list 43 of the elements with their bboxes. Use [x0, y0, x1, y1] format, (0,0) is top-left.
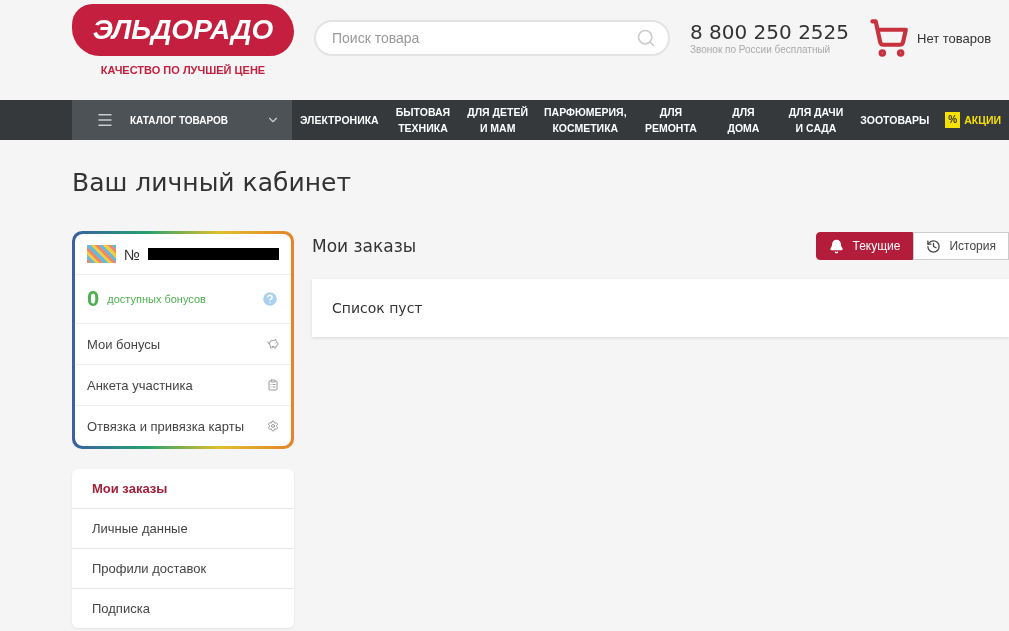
piggy-icon [267, 338, 279, 350]
search-field[interactable]: Поиск товара [314, 20, 670, 56]
phone-note: Звонок по России бесплатный [690, 44, 832, 55]
promo-label: АКЦИИ [964, 113, 1002, 128]
empty-message: Список пуст [332, 300, 423, 316]
bonus-label: доступных бонусов [107, 294, 207, 304]
search-icon[interactable] [636, 28, 656, 48]
orders-tab[interactable]: История [913, 232, 1009, 260]
bonus-count: 0 [87, 286, 100, 312]
logo[interactable]: ЭЛЬДОРАДО [72, 4, 294, 56]
nav-item[interactable]: ЭЛЕКТРОНИКА [292, 100, 387, 140]
card-number-sign: № [123, 245, 140, 263]
account-menu-item[interactable]: Личные данные [72, 508, 294, 548]
help-icon[interactable] [261, 290, 279, 308]
catalog-menu[interactable]: КАТАЛОГ ТОВАРОВ [72, 100, 292, 140]
clipboard-icon [267, 379, 279, 391]
nav-item[interactable]: ДЛЯ РЕМОНТА [634, 100, 708, 140]
history-icon [926, 238, 942, 254]
card-icon [87, 245, 116, 263]
nav-item[interactable]: ДЛЯ ДЕТЕЙ И МАМ [459, 100, 537, 140]
account-menu-item[interactable]: Мои заказы [72, 469, 294, 508]
nav-item[interactable]: ПАРФЮМЕРИЯ, КОСМЕТИКА [536, 100, 635, 140]
menu-icon [96, 111, 114, 129]
card-menu-link[interactable]: Анкета участника [87, 377, 259, 393]
nav-item[interactable]: ДЛЯ ДОМА [707, 100, 780, 140]
bell-icon [829, 238, 845, 254]
page-title: Ваш личный кабинет [72, 168, 352, 197]
percent-badge: % [945, 112, 961, 128]
account-menu-item[interactable]: Профили доставок [72, 548, 294, 588]
nav-item[interactable]: БЫТОВАЯ ТЕХНИКА [386, 100, 460, 140]
section-title: Мои заказы [312, 236, 417, 256]
cart-icon[interactable] [869, 18, 910, 58]
phone-number: 8 800 250 2525 [690, 20, 850, 44]
card-menu-link[interactable]: Мои бонусы [87, 336, 259, 352]
nav-item[interactable]: ЗООТОВАРЫ [852, 100, 938, 140]
gear-icon [267, 420, 279, 432]
card-menu-link[interactable]: Отвязка и привязка карты [87, 418, 259, 434]
nav-item[interactable]: ДЛЯ ДАЧИ И САДА [779, 100, 853, 140]
orders-tab[interactable]: Текущие [816, 232, 914, 260]
cart-status[interactable]: Нет товаров [917, 30, 992, 46]
account-menu-item[interactable]: Подписка [72, 588, 294, 628]
slogan: КАЧЕСТВО ПО ЛУЧШЕЙ ЦЕНЕ [100, 64, 266, 76]
nav-item[interactable]: % АКЦИИ [937, 100, 1009, 140]
